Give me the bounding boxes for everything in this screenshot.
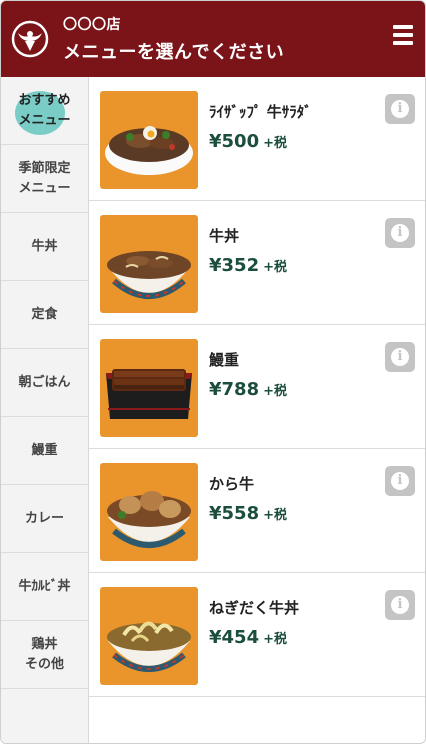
menu-item-unaju[interactable]: 鰻重 ¥788 +税 i: [89, 325, 425, 449]
unaju-box-icon: [100, 339, 198, 437]
sidebar-item-breakfast[interactable]: 朝ごはん: [1, 349, 88, 417]
karagyu-bowl-icon: [100, 463, 198, 561]
info-button[interactable]: i: [385, 466, 415, 496]
menu-item-name: ﾗｲｻﾞｯﾌﾟ 牛ｻﾗﾀﾞ: [209, 103, 312, 121]
menu-item-name: ねぎだく牛丼: [209, 599, 300, 617]
info-button[interactable]: i: [385, 342, 415, 372]
sidebar-item-unaju[interactable]: 鰻重: [1, 417, 88, 485]
menu-item-negidaku-gyudon[interactable]: ねぎだく牛丼 ¥454 +税 i: [89, 573, 425, 697]
hamburger-menu-icon[interactable]: [393, 25, 415, 47]
sidebar-item-label: 鶏丼 その他: [24, 636, 64, 672]
info-button[interactable]: i: [385, 94, 415, 124]
menu-list: ﾗｲｻﾞｯﾌﾟ 牛ｻﾗﾀﾞ ¥500 +税 i 牛丼 ¥352 +税 i 鰻重 …: [89, 77, 425, 743]
sidebar-item-chicken[interactable]: 鶏丼 その他: [1, 621, 88, 689]
tax-label: +税: [263, 508, 288, 523]
info-button[interactable]: i: [385, 218, 415, 248]
sidebar-item-label: 朝ごはん: [18, 374, 71, 390]
info-icon: i: [391, 224, 409, 242]
menu-item-karagyu[interactable]: から牛 ¥558 +税 i: [89, 449, 425, 573]
sidebar-item-label: 鰻重: [31, 442, 58, 458]
bull-logo-icon: [11, 20, 49, 58]
sidebar-item-kalbi[interactable]: 牛ｶﾙﾋﾞ丼: [1, 553, 88, 621]
menu-item-price: ¥788 +税: [209, 379, 287, 400]
salad-bowl-icon: [100, 91, 198, 189]
sidebar-item-label: 牛丼: [31, 238, 58, 254]
info-icon: i: [391, 596, 409, 614]
menu-item-price: ¥454 +税: [209, 627, 287, 648]
menu-item-price: ¥500 +税: [209, 131, 287, 152]
menu-item-name: から牛: [209, 475, 255, 493]
sidebar-item-curry[interactable]: カレー: [1, 485, 88, 553]
menu-item-name: 鰻重: [209, 351, 240, 369]
menu-item-gyudon[interactable]: 牛丼 ¥352 +税 i: [89, 201, 425, 325]
sidebar-item-label: 牛ｶﾙﾋﾞ丼: [18, 578, 71, 594]
sidebar-item-teishoku[interactable]: 定食: [1, 281, 88, 349]
gyudon-bowl-icon: [100, 215, 198, 313]
menu-bar-line: [393, 41, 413, 45]
sidebar-item-label: カレー: [24, 510, 64, 526]
negidaku-bowl-icon: [100, 587, 198, 685]
sidebar-item-label: 定食: [31, 306, 58, 322]
menu-bar-line: [393, 25, 413, 29]
price-value: ¥352: [209, 255, 260, 276]
price-value: ¥454: [209, 627, 260, 648]
header-bar: 〇〇〇店 メニューを選んでください: [1, 1, 425, 77]
info-button[interactable]: i: [385, 590, 415, 620]
tax-label: +税: [263, 136, 288, 151]
price-value: ¥788: [209, 379, 260, 400]
app-frame: 〇〇〇店 メニューを選んでください おすすめ メニュー 季節限定 メニュー 牛丼…: [0, 0, 426, 744]
page-title: メニューを選んでください: [63, 42, 285, 63]
menu-item-price: ¥558 +税: [209, 503, 287, 524]
info-icon: i: [391, 100, 409, 118]
menu-item-name: 牛丼: [209, 227, 240, 245]
menu-bar-line: [393, 33, 413, 37]
menu-item-rizap-salad[interactable]: ﾗｲｻﾞｯﾌﾟ 牛ｻﾗﾀﾞ ¥500 +税 i: [89, 77, 425, 201]
tax-label: +税: [263, 260, 288, 275]
tax-label: +税: [263, 384, 288, 399]
sidebar-item-gyudon[interactable]: 牛丼: [1, 213, 88, 281]
tax-label: +税: [263, 632, 288, 647]
sidebar-item-seasonal[interactable]: 季節限定 メニュー: [1, 145, 88, 213]
category-sidebar: おすすめ メニュー 季節限定 メニュー 牛丼 定食 朝ごはん 鰻重 カレー 牛ｶ…: [1, 77, 89, 743]
sidebar-item-label: おすすめ メニュー: [18, 92, 71, 128]
sidebar-item-label: 季節限定 メニュー: [18, 160, 71, 196]
price-value: ¥500: [209, 131, 260, 152]
sidebar-item-recommended[interactable]: おすすめ メニュー: [1, 77, 88, 145]
info-icon: i: [391, 472, 409, 490]
price-value: ¥558: [209, 503, 260, 524]
info-icon: i: [391, 348, 409, 366]
menu-item-price: ¥352 +税: [209, 255, 287, 276]
store-name: 〇〇〇店: [63, 17, 121, 33]
